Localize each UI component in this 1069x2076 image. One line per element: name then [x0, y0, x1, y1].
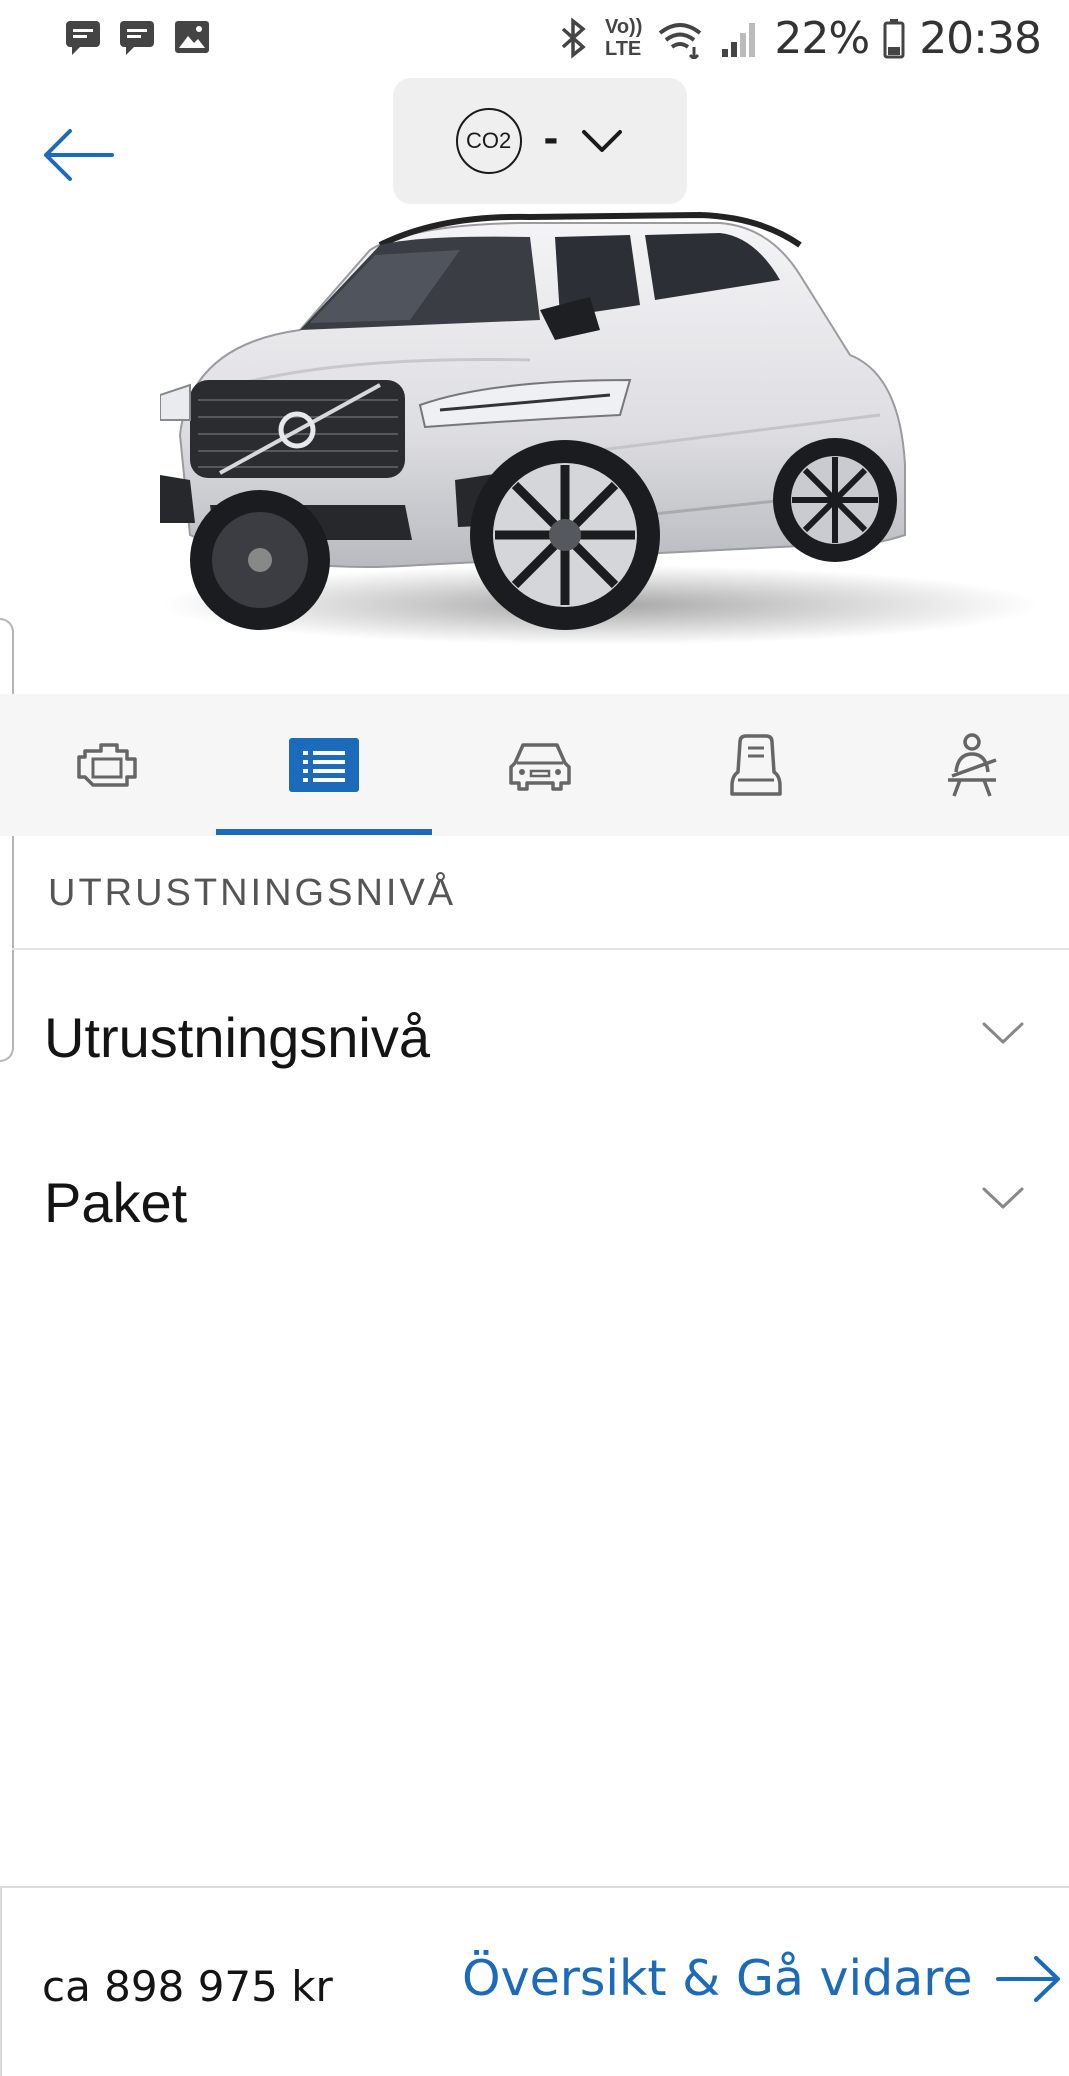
arrow-left-icon	[44, 129, 114, 181]
seatbelt-icon	[948, 733, 997, 797]
co2-value: -	[543, 113, 559, 162]
bluetooth-icon	[561, 17, 586, 59]
overview-continue-button[interactable]: Översikt & Gå vidare	[462, 1950, 1064, 2007]
cta-label: Översikt & Gå vidare	[462, 1950, 973, 2007]
battery-percent: 22%	[774, 12, 870, 64]
battery-icon	[883, 19, 905, 59]
accordion-packages[interactable]: Paket	[12, 1140, 1069, 1260]
car-image	[160, 211, 1040, 645]
co2-selector[interactable]: CO2 -	[393, 78, 687, 204]
volte-icon: Vo)) LTE	[605, 16, 642, 60]
engine-icon	[77, 743, 137, 787]
chevron-down-icon	[982, 1022, 1024, 1044]
tab-safety[interactable]	[864, 694, 1069, 836]
car-front-icon	[509, 743, 571, 791]
list-icon	[289, 738, 359, 792]
tab-engine[interactable]	[0, 694, 216, 836]
section-heading: UTRUSTNINGSNIVÅ	[48, 872, 457, 914]
wifi-icon	[659, 23, 702, 59]
chevron-down-icon	[582, 130, 623, 152]
message-icon	[120, 21, 154, 55]
arrow-right-icon	[996, 1955, 1061, 2002]
tab-exterior[interactable]	[432, 694, 648, 836]
accordion-title: Paket	[44, 1171, 188, 1234]
clock: 20:38	[919, 12, 1042, 64]
status-bar: Vo)) LTE 22% 20:38	[0, 0, 1069, 76]
chevron-down-icon	[982, 1187, 1024, 1209]
volte-label-bottom: LTE	[604, 38, 642, 60]
tab-interior[interactable]	[648, 694, 864, 836]
image-icon	[175, 21, 209, 53]
accordion-title: Utrustningsnivå	[44, 1006, 430, 1069]
active-tab-indicator	[216, 829, 432, 835]
message-icon	[66, 21, 100, 55]
seat-icon	[730, 734, 782, 796]
co2-badge: CO2	[455, 108, 522, 174]
section-divider	[12, 948, 1069, 950]
back-button[interactable]	[40, 120, 120, 190]
signal-icon	[722, 23, 756, 57]
category-tab-bar	[0, 694, 1069, 836]
price-label: ca 898 975 kr	[42, 1962, 333, 2011]
tab-equipment[interactable]	[216, 694, 432, 836]
accordion-trim-level[interactable]: Utrustningsnivå	[12, 975, 1069, 1095]
status-indicators: Vo)) LTE 22% 20:38	[557, 10, 1042, 66]
co2-badge-label: CO2	[466, 128, 512, 153]
volte-label-top: Vo))	[604, 16, 643, 38]
